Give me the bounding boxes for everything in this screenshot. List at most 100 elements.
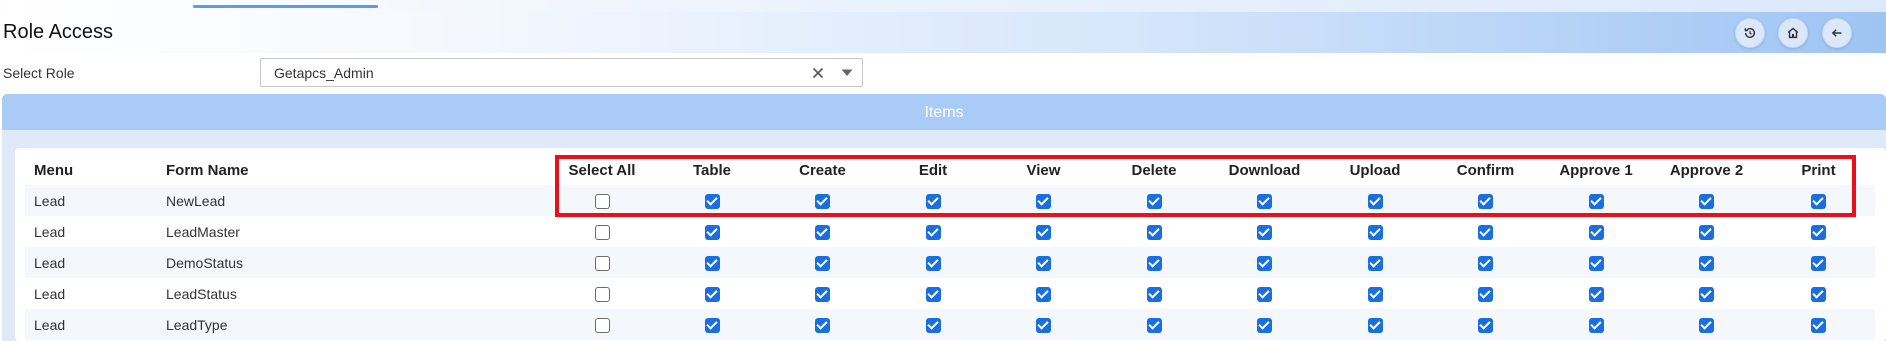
select-all-checkbox[interactable] — [594, 286, 610, 302]
upload-checkbox[interactable] — [1367, 317, 1383, 333]
checkbox-cell — [988, 278, 1099, 309]
clear-icon[interactable] — [809, 63, 827, 83]
delete-checkbox[interactable] — [1146, 224, 1162, 240]
view-checkbox[interactable] — [1036, 193, 1051, 209]
checkbox-cell — [1762, 278, 1875, 309]
form-name-cell: NewLead — [157, 185, 547, 216]
upload-checkbox[interactable] — [1367, 224, 1383, 240]
confirm-checkbox[interactable] — [1478, 255, 1493, 271]
approve-2-checkbox[interactable] — [1699, 193, 1714, 209]
print-checkbox[interactable] — [1811, 224, 1826, 240]
checkbox-cell — [1099, 278, 1209, 309]
create-checkbox[interactable] — [815, 255, 830, 271]
form-name-cell: LeadMaster — [157, 216, 547, 247]
checkbox-cell — [1541, 278, 1651, 309]
checkbox-cell — [1762, 185, 1875, 216]
active-tab-indicator[interactable] — [193, 5, 378, 8]
checkbox-cell — [657, 247, 767, 278]
confirm-checkbox[interactable] — [1478, 224, 1493, 240]
print-checkbox[interactable] — [1811, 193, 1826, 209]
items-panel-header[interactable]: Items — [2, 94, 1886, 130]
download-checkbox[interactable] — [1257, 224, 1272, 240]
chevron-down-icon[interactable] — [838, 63, 856, 83]
print-checkbox[interactable] — [1811, 317, 1826, 333]
approve-2-checkbox[interactable] — [1699, 317, 1714, 333]
select-all-checkbox[interactable] — [594, 193, 610, 209]
checkbox-cell — [1430, 247, 1541, 278]
edit-checkbox[interactable] — [925, 286, 941, 302]
top-strip — [0, 0, 1886, 12]
checkbox-cell — [1430, 185, 1541, 216]
checkbox-cell — [1430, 309, 1541, 340]
table-row: Lead LeadMaster — [25, 216, 1875, 247]
back-button[interactable] — [1822, 18, 1852, 48]
approve-1-checkbox[interactable] — [1588, 317, 1604, 333]
create-checkbox[interactable] — [815, 317, 830, 333]
approve-2-checkbox[interactable] — [1699, 255, 1714, 271]
checkbox-cell — [988, 309, 1099, 340]
create-checkbox[interactable] — [815, 224, 830, 240]
table-checkbox[interactable] — [704, 317, 720, 333]
download-checkbox[interactable] — [1257, 317, 1272, 333]
checkbox-cell — [1651, 309, 1762, 340]
approve-2-checkbox[interactable] — [1699, 224, 1714, 240]
confirm-checkbox[interactable] — [1478, 317, 1493, 333]
download-checkbox[interactable] — [1257, 255, 1272, 271]
download-checkbox[interactable] — [1257, 286, 1272, 302]
download-checkbox[interactable] — [1257, 193, 1272, 209]
delete-checkbox[interactable] — [1146, 255, 1162, 271]
delete-checkbox[interactable] — [1146, 193, 1162, 209]
home-button[interactable] — [1778, 18, 1808, 48]
edit-checkbox[interactable] — [925, 317, 941, 333]
approve-1-checkbox[interactable] — [1588, 255, 1604, 271]
approve-1-checkbox[interactable] — [1588, 193, 1604, 209]
select-all-checkbox[interactable] — [594, 317, 610, 333]
select-all-checkbox[interactable] — [594, 224, 610, 240]
checkbox-cell — [1099, 309, 1209, 340]
checkbox-cell — [1320, 216, 1430, 247]
edit-checkbox[interactable] — [925, 255, 941, 271]
checkbox-cell — [1209, 247, 1320, 278]
table-row: Lead LeadType — [25, 309, 1875, 340]
table-checkbox[interactable] — [704, 193, 720, 209]
view-checkbox[interactable] — [1036, 286, 1051, 302]
approve-2-checkbox[interactable] — [1699, 286, 1714, 302]
column-header-delete: Delete — [1131, 161, 1177, 179]
view-checkbox[interactable] — [1036, 317, 1051, 333]
confirm-checkbox[interactable] — [1478, 286, 1493, 302]
approve-1-checkbox[interactable] — [1588, 224, 1604, 240]
form-name-cell: LeadType — [157, 309, 547, 340]
role-dropdown-value: Getapcs_Admin — [274, 65, 374, 81]
create-checkbox[interactable] — [815, 193, 830, 209]
print-checkbox[interactable] — [1811, 255, 1826, 271]
checkbox-cell — [1320, 247, 1430, 278]
view-checkbox[interactable] — [1036, 255, 1051, 271]
history-button[interactable] — [1735, 18, 1765, 48]
upload-checkbox[interactable] — [1367, 286, 1383, 302]
table-checkbox[interactable] — [704, 224, 720, 240]
edit-checkbox[interactable] — [925, 224, 941, 240]
approve-1-checkbox[interactable] — [1588, 286, 1604, 302]
table-checkbox[interactable] — [704, 286, 720, 302]
checkbox-cell — [1541, 247, 1651, 278]
upload-checkbox[interactable] — [1367, 193, 1383, 209]
checkbox-cell — [1541, 309, 1651, 340]
table-checkbox[interactable] — [704, 255, 720, 271]
form-name-cell: DemoStatus — [157, 247, 547, 278]
upload-checkbox[interactable] — [1367, 255, 1383, 271]
checkbox-cell — [1541, 216, 1651, 247]
column-header-view: View — [1026, 161, 1061, 179]
edit-checkbox[interactable] — [925, 193, 941, 209]
print-checkbox[interactable] — [1811, 286, 1826, 302]
delete-checkbox[interactable] — [1146, 286, 1162, 302]
table-row: Lead LeadStatus — [25, 278, 1875, 309]
view-checkbox[interactable] — [1036, 224, 1051, 240]
select-all-checkbox[interactable] — [594, 255, 610, 271]
checkbox-cell — [1209, 216, 1320, 247]
role-dropdown[interactable]: Getapcs_Admin — [260, 58, 863, 87]
confirm-checkbox[interactable] — [1478, 193, 1493, 209]
create-checkbox[interactable] — [815, 286, 830, 302]
menu-cell: Lead — [25, 216, 157, 247]
delete-checkbox[interactable] — [1146, 317, 1162, 333]
home-icon — [1787, 27, 1799, 39]
